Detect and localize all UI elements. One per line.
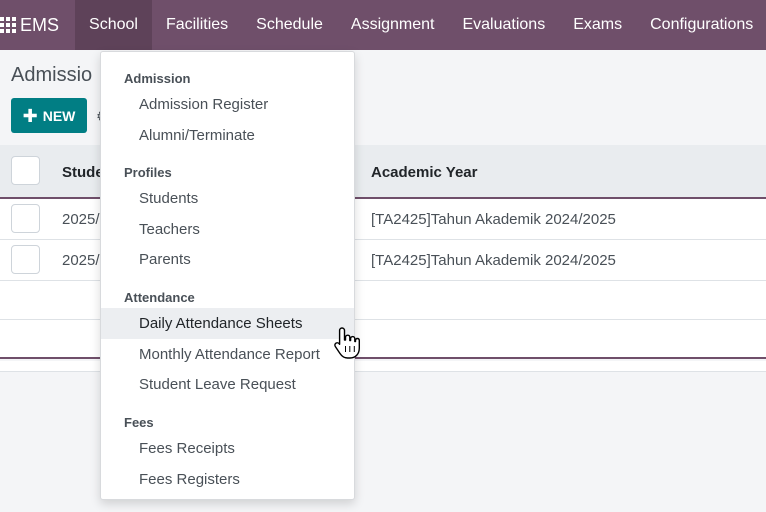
menu-item-fees-receipts[interactable]: Fees Receipts bbox=[101, 433, 354, 464]
cell-academic-year: [TA2425]Tahun Akademik 2024/2025 bbox=[371, 252, 616, 269]
menu-schedule[interactable]: Schedule bbox=[242, 0, 337, 50]
top-navbar: EMS School Facilities Schedule Assignmen… bbox=[0, 0, 766, 50]
cell-academic-year: [TA2425]Tahun Akademik 2024/2025 bbox=[371, 211, 616, 228]
menu-item-parents[interactable]: Parents bbox=[101, 244, 354, 275]
column-header-student[interactable]: Stude bbox=[62, 164, 104, 181]
section-header-admission: Admission bbox=[124, 71, 191, 86]
menu-assignment[interactable]: Assignment bbox=[337, 0, 449, 50]
row-checkbox[interactable] bbox=[11, 204, 40, 233]
section-header-attendance: Attendance bbox=[124, 290, 195, 305]
menu-item-students[interactable]: Students bbox=[101, 183, 354, 214]
row-checkbox[interactable] bbox=[11, 245, 40, 274]
menu-exams[interactable]: Exams bbox=[559, 0, 636, 50]
cell-number: 2025/ bbox=[62, 211, 100, 228]
menu-configurations[interactable]: Configurations bbox=[636, 0, 766, 50]
school-dropdown-menu: Admission Admission Register Alumni/Term… bbox=[100, 51, 355, 500]
cell-number: 2025/ bbox=[62, 252, 100, 269]
page-title: Admissio bbox=[11, 64, 93, 86]
section-header-profiles: Profiles bbox=[124, 165, 172, 180]
new-button[interactable]: ✚ NEW bbox=[11, 98, 87, 133]
plus-icon: ✚ bbox=[22, 105, 38, 126]
select-all-checkbox[interactable] bbox=[11, 156, 40, 185]
apps-grid-icon[interactable] bbox=[0, 0, 16, 50]
app-brand[interactable]: EMS bbox=[16, 15, 75, 36]
menu-school[interactable]: School bbox=[75, 0, 152, 50]
new-button-label: NEW bbox=[42, 107, 76, 124]
column-header-academic-year[interactable]: Academic Year bbox=[371, 164, 477, 181]
menu-facilities[interactable]: Facilities bbox=[152, 0, 242, 50]
menu-item-fees-registers[interactable]: Fees Registers bbox=[101, 464, 354, 495]
section-header-fees: Fees bbox=[124, 415, 154, 430]
menu-item-monthly-attendance-report[interactable]: Monthly Attendance Report bbox=[101, 339, 354, 370]
menu-item-admission-register[interactable]: Admission Register bbox=[101, 89, 354, 120]
menu-item-student-leave-request[interactable]: Student Leave Request bbox=[101, 369, 354, 400]
menu-item-daily-attendance-sheets[interactable]: Daily Attendance Sheets bbox=[101, 308, 354, 339]
menu-item-teachers[interactable]: Teachers bbox=[101, 214, 354, 245]
hand-pointer-icon bbox=[334, 327, 360, 359]
menu-evaluations[interactable]: Evaluations bbox=[448, 0, 559, 50]
menu-item-alumni-terminate[interactable]: Alumni/Terminate bbox=[101, 120, 354, 151]
